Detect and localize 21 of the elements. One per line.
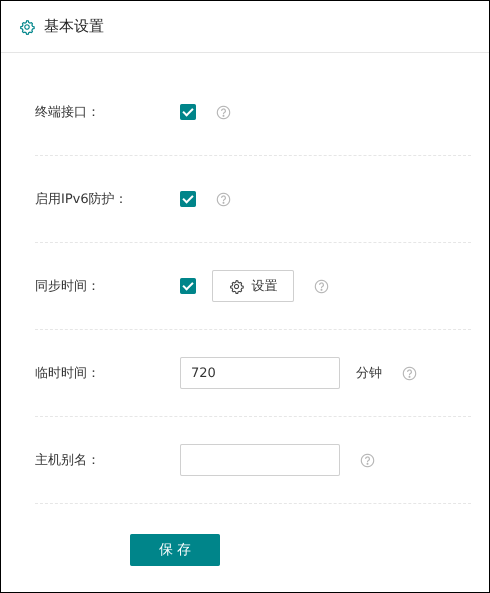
field-label: 终端接口： xyxy=(35,104,101,121)
settings-icon xyxy=(228,278,244,294)
help-icon[interactable] xyxy=(216,104,231,120)
unit-label: 分钟 xyxy=(356,365,382,382)
checkbox[interactable] xyxy=(180,104,196,120)
checkbox[interactable] xyxy=(180,278,196,294)
field-label: 主机别名： xyxy=(35,452,101,469)
field-label: 同步时间： xyxy=(35,278,101,295)
settings-icon xyxy=(19,18,35,34)
help-icon[interactable] xyxy=(314,278,329,294)
text-field[interactable] xyxy=(180,444,340,476)
help-icon[interactable] xyxy=(360,452,375,468)
checkbox[interactable] xyxy=(180,191,196,207)
help-icon[interactable] xyxy=(216,192,231,206)
help-icon[interactable] xyxy=(402,366,417,380)
text-field[interactable]: 720 xyxy=(180,357,340,389)
field-label: 临时时间： xyxy=(35,365,101,382)
save-button[interactable]: 保 存 xyxy=(130,534,220,566)
settings-button[interactable]: 设置 xyxy=(212,270,294,302)
field-label: 启用IPv6防护： xyxy=(35,191,129,208)
panel-title: 基本设置 xyxy=(44,17,104,36)
